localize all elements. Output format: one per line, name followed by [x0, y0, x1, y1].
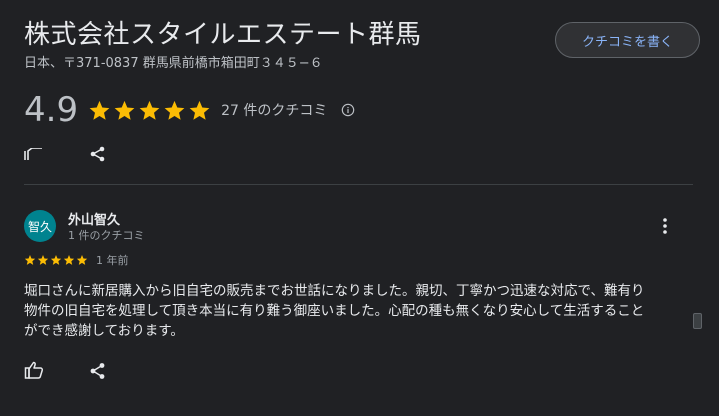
write-review-button[interactable]: クチコミを書く [555, 22, 700, 58]
star-icon [37, 255, 49, 265]
reviewer-meta: 1 件のクチコミ [68, 229, 145, 242]
star-icon [76, 255, 88, 265]
place-address: 日本、〒371-0837 群馬県前橋市箱田町３４５−６ [24, 56, 323, 71]
star-icon [89, 100, 110, 120]
star-icon [164, 100, 185, 120]
rating-score: 4.9 [24, 90, 79, 130]
review-stars [24, 254, 88, 266]
info-icon[interactable] [341, 103, 355, 117]
avatar[interactable]: 智久 [24, 210, 56, 242]
reviewer-name[interactable]: 外山智久 [68, 209, 120, 228]
rating-summary: 4.9 27 件のクチコミ [24, 88, 355, 132]
rating-stars [88, 99, 211, 122]
review-text-line: ができ感謝しております。 [24, 323, 184, 339]
divider [24, 184, 693, 185]
review-time: 1 年前 [96, 254, 129, 267]
star-icon [189, 100, 210, 120]
thumbs-up-icon[interactable] [24, 360, 44, 380]
star-icon [50, 255, 62, 265]
thumbs-up-icon[interactable] [24, 148, 44, 160]
review-text-line: 物件の旧自宅を処理して頂き本当に有り難う御座いました。心配の種も無くなり安心して… [24, 303, 645, 319]
star-icon [139, 100, 160, 120]
review-text: 堀口さんに新居購入から旧自宅の販売までお世話になりました。親切、丁寧かつ迅速な対… [24, 281, 674, 341]
star-icon [24, 255, 36, 265]
place-title: 株式会社スタイルエステート群馬 [24, 20, 422, 50]
share-icon[interactable] [89, 146, 107, 162]
star-icon [114, 100, 135, 120]
share-icon[interactable] [89, 362, 107, 380]
review-text-line: 堀口さんに新居購入から旧自宅の販売までお世話になりました。親切、丁寧かつ迅速な対… [24, 283, 645, 299]
review-count[interactable]: 27 件のクチコミ [221, 100, 327, 120]
star-icon [63, 255, 75, 265]
more-vert-icon[interactable] [655, 216, 675, 240]
review-rating: 1 年前 [24, 252, 129, 268]
scrollbar-thumb[interactable] [693, 313, 702, 329]
